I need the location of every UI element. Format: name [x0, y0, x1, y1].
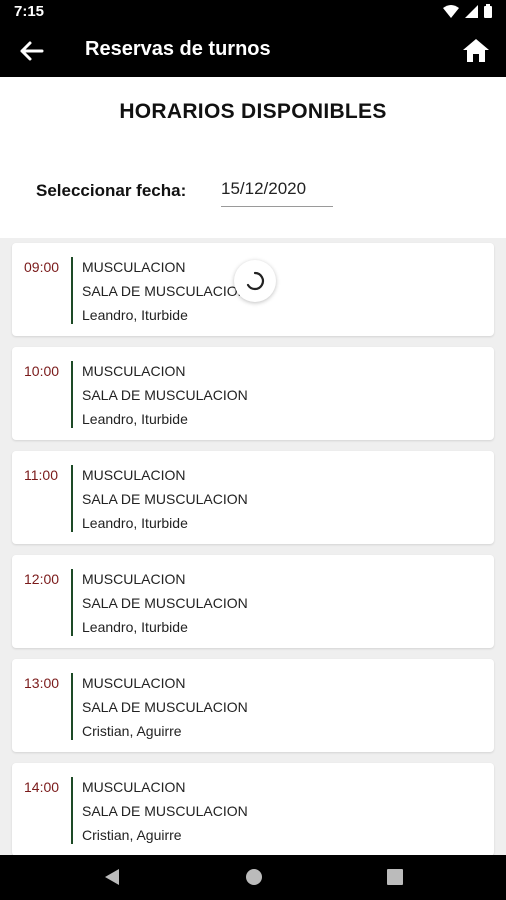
square-recents-icon	[386, 869, 404, 891]
status-bar: 7:15	[0, 0, 506, 24]
slot-card[interactable]: 10:00 MUSCULACION SALA DE MUSCULACION Leand…	[12, 347, 494, 440]
battery-icon	[484, 4, 492, 18]
nav-back-button[interactable]	[103, 867, 121, 892]
slot-activity: MUSCULACION	[82, 675, 186, 691]
slot-card[interactable]: 12:00 MUSCULACION SALA DE MUSCULACION Leand…	[12, 555, 494, 648]
home-icon	[462, 39, 490, 67]
slot-activity: MUSCULACION	[82, 259, 186, 275]
slot-room: SALA DE MUSCULACION	[82, 283, 248, 299]
slot-time: 13:00	[24, 675, 60, 691]
slot-activity: MUSCULACION	[82, 363, 186, 379]
slot-time: 14:00	[24, 779, 60, 795]
slot-trainer: Cristian, Aguirre	[82, 827, 182, 843]
slot-trainer: Leandro, Iturbide	[82, 619, 188, 635]
slot-trainer: Leandro, Iturbide	[82, 307, 188, 323]
slot-room: SALA DE MUSCULACION	[82, 491, 248, 507]
slot-room: SALA DE MUSCULACION	[82, 803, 248, 819]
app-bar: Reservas de turnos	[0, 24, 506, 77]
slot-divider	[71, 569, 73, 636]
slot-card[interactable]: 11:00 MUSCULACION SALA DE MUSCULACION Leand…	[12, 451, 494, 544]
slot-activity: MUSCULACION	[82, 571, 186, 587]
wifi-icon	[443, 4, 459, 18]
slot-trainer: Leandro, Iturbide	[82, 411, 188, 427]
slot-activity: MUSCULACION	[82, 779, 186, 795]
nav-home-button[interactable]	[244, 867, 264, 892]
slot-trainer: Cristian, Aguirre	[82, 723, 182, 739]
slot-time: 12:00	[24, 571, 60, 587]
slot-divider	[71, 465, 73, 532]
arrow-left-icon	[18, 41, 48, 68]
signal-icon	[465, 4, 478, 18]
slot-divider	[71, 257, 73, 324]
loading-spinner	[234, 260, 276, 302]
triangle-back-icon	[103, 869, 121, 891]
back-button[interactable]	[18, 38, 48, 64]
slot-room: SALA DE MUSCULACION	[82, 387, 248, 403]
slot-time: 11:00	[24, 467, 58, 483]
slot-card[interactable]: 14:00 MUSCULACION SALA DE MUSCULACION Crist…	[12, 763, 494, 856]
app-title: Reservas de turnos	[85, 38, 271, 60]
header-section: HORARIOS DISPONIBLES Seleccionar fecha: …	[0, 77, 506, 238]
system-nav-bar	[0, 855, 506, 900]
nav-recents-button[interactable]	[386, 867, 404, 892]
slot-room: SALA DE MUSCULACION	[82, 595, 248, 611]
date-label: Seleccionar fecha:	[36, 181, 187, 200]
slot-list: 09:00 MUSCULACION SALA DE MUSCULACION Leand…	[12, 243, 494, 867]
slot-activity: MUSCULACION	[82, 467, 186, 483]
status-icons	[443, 4, 492, 18]
circle-home-icon	[244, 869, 264, 891]
slot-trainer: Leandro, Iturbide	[82, 515, 188, 531]
home-button[interactable]	[462, 37, 492, 65]
slot-time: 10:00	[24, 363, 60, 379]
slot-room: SALA DE MUSCULACION	[82, 699, 248, 715]
slot-divider	[71, 361, 73, 428]
status-time: 7:15	[14, 3, 45, 20]
slot-divider	[71, 673, 73, 740]
page-title: HORARIOS DISPONIBLES	[119, 100, 387, 123]
slot-time: 09:00	[24, 259, 60, 275]
date-input[interactable]: 15/12/2020	[221, 179, 333, 207]
slot-card[interactable]: 13:00 MUSCULACION SALA DE MUSCULACION Crist…	[12, 659, 494, 752]
slot-divider	[71, 777, 73, 844]
